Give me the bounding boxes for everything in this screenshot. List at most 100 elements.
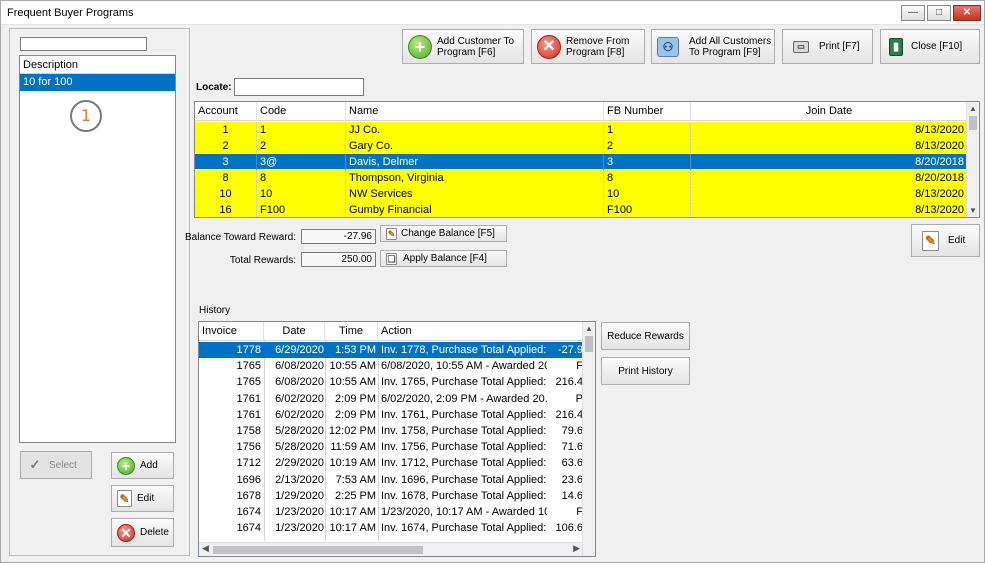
scroll-right-icon[interactable]: ▶ [573, 543, 580, 554]
history-cell-invoice: 1778 [236, 344, 261, 356]
history-cell-date: 6/02/2020 [275, 408, 324, 421]
history-row[interactable]: 1765 6/08/2020 10:55 AM Inv. 1765, Purchase… [199, 374, 583, 390]
history-cell-time: 10:19 AM [329, 457, 376, 470]
add-button-label: Add [140, 460, 158, 471]
scroll-thumb[interactable] [585, 336, 593, 352]
title-bar: Frequent Buyer Programs — □ ✕ [1, 1, 984, 25]
plus-icon: + [408, 34, 432, 59]
program-list-item[interactable]: 10 for 100 [20, 74, 175, 91]
add-customer-to-program-button[interactable]: + Add Customer To Program [F6] [402, 29, 524, 64]
customer-grid-scrollbar[interactable]: ▲ ▼ [966, 102, 979, 217]
scroll-up-icon[interactable]: ▲ [585, 324, 593, 333]
edit-button-label: Edit [137, 493, 155, 504]
column-fb-number[interactable]: FB Number [604, 102, 691, 121]
close-window-button[interactable]: ✕ [953, 5, 981, 21]
print-button[interactable]: ▭ Print [F7] [782, 29, 873, 64]
add-all-label: Add All Customers To Program [F9] [689, 35, 772, 58]
history-cell-invoice: 1712 [236, 457, 261, 470]
remove-from-label: Remove From Program [F8] [566, 35, 630, 58]
edit-customer-label: Edit [948, 235, 966, 246]
scroll-thumb[interactable] [969, 116, 977, 130]
scroll-up-icon[interactable]: ▲ [969, 104, 977, 113]
history-vertical-scrollbar[interactable]: ▲ [582, 322, 595, 556]
customer-row[interactable]: 16 F100 Gumby Financial F100 8/13/2020 [195, 202, 967, 217]
column-date[interactable]: Date [264, 322, 325, 341]
minimize-button[interactable]: — [901, 5, 925, 21]
history-cell-amount: 14.6 [561, 489, 583, 502]
change-balance-label: Change Balance [F5] [401, 228, 495, 239]
edit-program-button[interactable]: ✎ Edit [111, 485, 174, 512]
history-cell-action: Inv. 1758, Purchase Total Applied: [381, 425, 547, 437]
customer-row[interactable]: 1 1 JJ Co. 1 8/13/2020 [195, 122, 967, 138]
scroll-down-icon[interactable]: ▼ [969, 206, 977, 215]
customer-cell-fb: 2 [604, 138, 691, 154]
print-label: Print [F7] [819, 41, 860, 52]
close-button[interactable]: ▮ Close [F10] [880, 29, 980, 64]
history-cell-date: 2/13/2020 [275, 473, 324, 486]
history-row[interactable]: 1712 2/29/2020 10:19 AM Inv. 1712, Purchase… [199, 455, 583, 471]
document-icon: ❏ [386, 252, 397, 265]
program-list-header: Description [20, 56, 175, 74]
column-name[interactable]: Name [346, 102, 604, 121]
customer-cell-code: 8 [257, 170, 346, 186]
history-cell-time: 10:55 AM [329, 376, 376, 389]
column-time[interactable]: Time [325, 322, 378, 341]
history-row[interactable]: 1678 1/29/2020 2:25 PM Inv. 1678, Purchase … [199, 488, 583, 504]
history-cell-invoice: 1756 [236, 441, 261, 454]
add-program-button[interactable]: + Add [111, 452, 174, 479]
history-cell-date: 1/23/2020 [275, 522, 324, 535]
history-cell-action: Inv. 1778, Purchase Total Applied: [381, 344, 547, 356]
customer-row[interactable]: 2 2 Gary Co. 2 8/13/2020 [195, 138, 967, 154]
remove-x-icon: ✕ [537, 34, 561, 59]
scroll-thumb[interactable] [213, 546, 423, 554]
column-action[interactable]: Action [378, 322, 583, 341]
delete-program-button[interactable]: ✕ Delete [111, 518, 174, 547]
customer-row[interactable]: 8 8 Thompson, Virginia 8 8/20/2018 [195, 170, 967, 186]
history-horizontal-scrollbar[interactable]: ◀ ▶ [199, 542, 583, 556]
customer-cell-account: 16 [195, 202, 257, 217]
history-row[interactable]: 1761 6/02/2020 2:09 PM 6/02/2020, 2:09 PM … [199, 391, 583, 407]
maximize-button[interactable]: □ [927, 5, 951, 21]
column-code[interactable]: Code [257, 102, 346, 121]
window-title: Frequent Buyer Programs [7, 7, 134, 19]
customer-cell-account: 1 [195, 122, 257, 138]
add-all-customers-button[interactable]: ⚇ Add All Customers To Program [F9] [651, 29, 775, 64]
customer-cell-name: Gary Co. [346, 138, 604, 154]
history-row[interactable]: 1761 6/02/2020 2:09 PM Inv. 1761, Purchase … [199, 407, 583, 423]
customer-row[interactable]: 3 3@ Davis, Delmer 3 8/20/2018 [195, 154, 967, 170]
edit-pencil-icon: ✎ [922, 230, 939, 251]
customer-row[interactable]: 10 10 NW Services 10 8/13/2020 [195, 186, 967, 202]
column-account[interactable]: Account [+] [195, 102, 257, 136]
locate-input[interactable] [234, 78, 364, 96]
select-button: ✓ Select [20, 451, 92, 479]
column-join-date[interactable]: Join Date [691, 102, 967, 121]
history-grid[interactable]: Invoice Date Time Action 1778 6/29/2020 1:… [198, 321, 596, 557]
remove-from-program-button[interactable]: ✕ Remove From Program [F8] [531, 29, 645, 64]
history-row[interactable]: 1778 6/29/2020 1:53 PM Inv. 1778, Purchase … [199, 342, 583, 358]
history-cell-amount: 23.6 [561, 473, 583, 486]
history-row[interactable]: 1756 5/28/2020 11:59 AM Inv. 1756, Purchase… [199, 439, 583, 455]
customer-cell-code: 10 [257, 186, 346, 202]
balance-toward-label: Balance Toward Reward: [185, 232, 296, 243]
reduce-rewards-button[interactable]: Reduce Rewards [601, 322, 690, 350]
history-row[interactable]: 1674 1/23/2020 10:17 AM 1/23/2020, 10:17 A… [199, 504, 583, 520]
history-cell-invoice: 1765 [236, 376, 261, 389]
column-invoice[interactable]: Invoice [199, 322, 264, 341]
edit-customer-button[interactable]: ✎ Edit [911, 224, 980, 257]
customer-cell-date: 8/20/2018 [915, 156, 964, 168]
apply-balance-label: Apply Balance [F4] [403, 253, 487, 264]
apply-balance-button[interactable]: ❏ Apply Balance [F4] [380, 250, 507, 267]
history-row[interactable]: 1674 1/23/2020 10:17 AM Inv. 1674, Purchase… [199, 520, 583, 536]
change-balance-button[interactable]: ✎ Change Balance [F5] [380, 225, 507, 242]
program-list[interactable]: Description 10 for 100 1 [19, 55, 176, 443]
scroll-left-icon[interactable]: ◀ [202, 543, 209, 554]
customer-cell-account: 2 [195, 138, 257, 154]
history-row[interactable]: 1696 2/13/2020 7:53 AM Inv. 1696, Purchase … [199, 472, 583, 488]
history-row[interactable]: 1758 5/28/2020 12:02 PM Inv. 1758, Purchase… [199, 423, 583, 439]
add-customer-label: Add Customer To Program [F6] [437, 35, 515, 58]
program-filter-input[interactable] [20, 37, 147, 51]
customer-grid[interactable]: Account [+] Code Name FB Number Join Dat… [194, 101, 980, 218]
history-row[interactable]: 1765 6/08/2020 10:55 AM 6/08/2020, 10:55 A… [199, 358, 583, 374]
history-cell-action: 6/02/2020, 2:09 PM - Awarded 20.00 [381, 392, 547, 405]
print-history-button[interactable]: Print History [601, 357, 690, 385]
